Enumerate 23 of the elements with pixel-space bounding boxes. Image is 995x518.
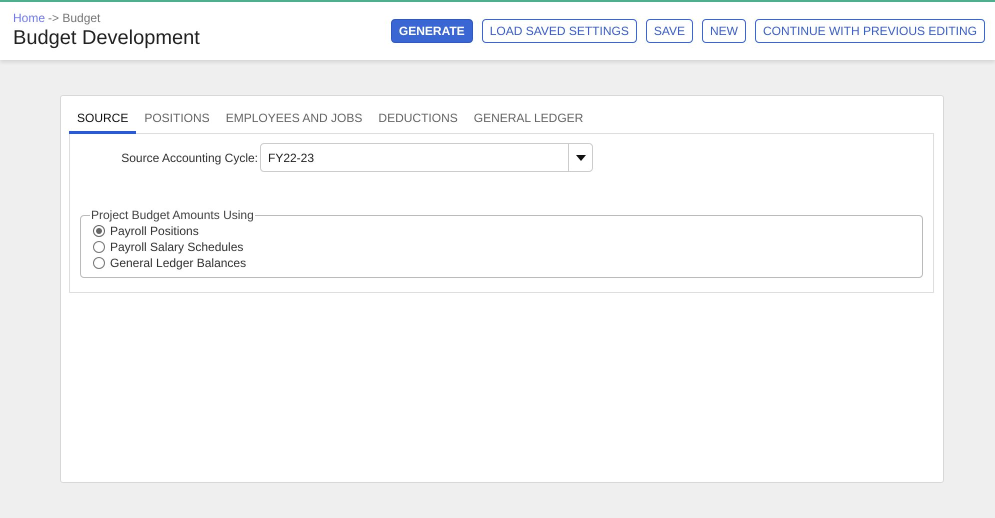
page-title: Budget Development — [13, 27, 200, 50]
tab[interactable]: SOURCE — [69, 104, 136, 134]
radio-option[interactable]: Payroll Salary Schedules — [93, 239, 912, 255]
home-link[interactable]: Home — [13, 11, 46, 25]
radio-option[interactable]: General Ledger Balances — [93, 255, 912, 271]
action-button[interactable]: CONTINUE WITH PREVIOUS EDITING — [754, 19, 985, 43]
caret-icon — [576, 154, 586, 160]
cycle-dropdown[interactable]: FY22-23 — [260, 143, 593, 172]
tab[interactable]: POSITIONS — [136, 104, 218, 134]
action-button[interactable]: LOAD SAVED SETTINGS — [482, 19, 637, 43]
action-button[interactable]: SAVE — [646, 19, 693, 43]
tab[interactable]: GENERAL LEDGER — [466, 104, 592, 134]
action-button[interactable]: NEW — [702, 19, 746, 43]
tab[interactable]: EMPLOYEES AND JOBS — [218, 104, 370, 134]
group-legend: Project Budget Amounts Using — [90, 208, 255, 222]
breadcrumb-text: -> Budget — [48, 11, 100, 25]
field-label: Source Accounting Cycle: — [120, 150, 259, 164]
radio-option[interactable]: Payroll Positions — [93, 223, 912, 239]
radio-button[interactable] — [93, 225, 105, 237]
radio-button[interactable] — [93, 257, 105, 269]
action-button[interactable]: GENERATE — [390, 19, 473, 43]
tab[interactable]: DEDUCTIONS — [370, 104, 466, 134]
radio-button[interactable] — [93, 241, 105, 253]
